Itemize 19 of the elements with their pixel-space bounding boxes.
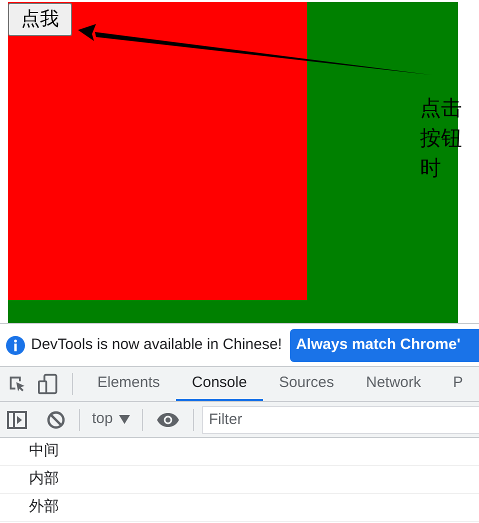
console-message: 外部 bbox=[29, 497, 59, 518]
caret-icon bbox=[118, 415, 130, 424]
filter-field[interactable]: Filter bbox=[202, 406, 479, 434]
panel-tab[interactable]: Network bbox=[350, 367, 437, 401]
panel-tab[interactable]: Sources bbox=[262, 367, 350, 401]
panel-tab[interactable]: Elements bbox=[81, 367, 176, 401]
console-message: 内部 bbox=[29, 469, 59, 490]
clear-icon[interactable] bbox=[47, 410, 65, 428]
context-dropdown[interactable]: top bbox=[92, 408, 130, 431]
always-match-button[interactable]: Always match Chrome' bbox=[290, 328, 479, 362]
inspect-icon[interactable] bbox=[8, 374, 26, 394]
panel-tab[interactable]: P bbox=[437, 367, 479, 401]
sidebar-toggle-icon[interactable] bbox=[7, 410, 27, 428]
info-icon bbox=[6, 336, 25, 354]
notice-text: DevTools is now available in Chinese! bbox=[31, 334, 282, 355]
click-button[interactable]: 点我 bbox=[8, 3, 72, 36]
device-icon[interactable] bbox=[38, 373, 58, 395]
console-message: 中间 bbox=[29, 441, 59, 462]
eye-icon[interactable] bbox=[156, 412, 179, 426]
